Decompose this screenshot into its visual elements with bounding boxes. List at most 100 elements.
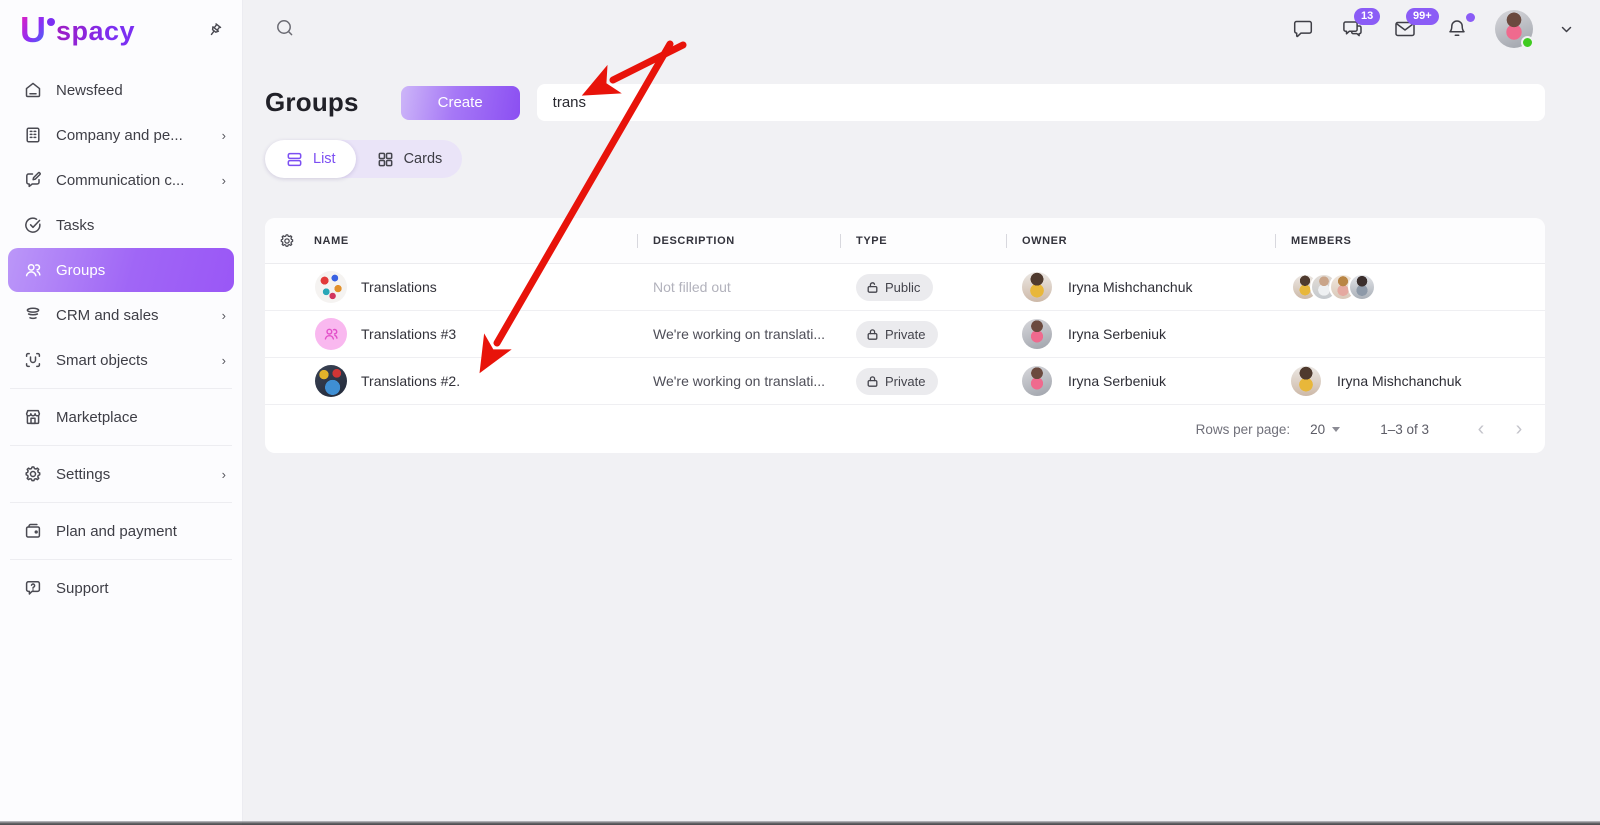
members-avatar-stack[interactable]	[1291, 273, 1376, 301]
sidebar-divider	[10, 559, 232, 560]
tab-label: List	[313, 151, 336, 167]
owner-name: Iryna Serbeniuk	[1068, 326, 1166, 342]
column-header-owner[interactable]: OWNER	[1022, 235, 1067, 247]
sidebar-item-label: Communication c...	[56, 172, 184, 189]
group-name[interactable]: Translations #3	[361, 326, 456, 342]
sidebar-item-settings[interactable]: Settings ›	[8, 452, 234, 496]
previous-page-button[interactable]: ‹	[1469, 417, 1493, 441]
column-header-description[interactable]: DESCRIPTION	[653, 235, 735, 247]
sidebar-item-crm-and-sales[interactable]: CRM and sales ›	[8, 293, 234, 337]
sidebar-divider	[10, 445, 232, 446]
sidebar-item-groups[interactable]: Groups	[8, 248, 234, 292]
sidebar-item-support[interactable]: Support	[8, 566, 234, 610]
table-row[interactable]: Translations #3 We're working on transla…	[265, 311, 1545, 358]
column-header-members[interactable]: MEMBERS	[1291, 235, 1351, 247]
sidebar-item-label: Company and pe...	[56, 127, 183, 144]
sidebar-item-marketplace[interactable]: Marketplace	[8, 395, 234, 439]
rows-per-page-label: Rows per page:	[1196, 422, 1291, 437]
chevron-right-icon: ›	[222, 353, 226, 368]
sidebar-item-label: Support	[56, 580, 109, 597]
main-area: 13 99+ Groups Create List	[244, 0, 1600, 825]
search-icon[interactable]	[274, 17, 296, 44]
sidebar-item-label: CRM and sales	[56, 307, 159, 324]
chevron-down-icon[interactable]	[1559, 22, 1574, 37]
chevron-right-icon: ›	[222, 308, 226, 323]
cards-view-icon	[376, 150, 395, 169]
funnel-stack-icon	[22, 304, 44, 326]
sidebar-divider	[10, 388, 232, 389]
lock-open-icon	[866, 281, 879, 294]
check-circle-icon	[22, 214, 44, 236]
owner-avatar	[1022, 366, 1052, 396]
lock-closed-icon	[866, 375, 879, 388]
table-row[interactable]: Translations Not filled out Public Iryna…	[265, 264, 1545, 311]
pagination-range: 1–3 of 3	[1380, 422, 1429, 437]
member-name: Iryna Mishchanchuk	[1337, 373, 1462, 389]
groups-search-input[interactable]	[537, 84, 1545, 121]
user-avatar[interactable]	[1495, 10, 1533, 48]
group-avatar	[315, 271, 347, 303]
table-settings-gear-icon[interactable]	[278, 232, 296, 250]
people-icon	[22, 259, 44, 281]
sidebar-item-label: Groups	[56, 262, 105, 279]
mail-count-badge: 99+	[1406, 8, 1439, 25]
rows-per-page-select[interactable]: 20	[1310, 422, 1340, 437]
logo-text: spacy	[56, 12, 135, 50]
gear-icon	[22, 463, 44, 485]
sidebar-item-newsfeed[interactable]: Newsfeed	[8, 68, 234, 112]
next-page-button[interactable]: ›	[1507, 417, 1531, 441]
chat-compose-icon	[22, 169, 44, 191]
owner-name: Iryna Mishchanchuk	[1068, 279, 1193, 295]
list-view-icon	[285, 150, 304, 169]
member-avatar	[1348, 273, 1376, 301]
tab-list[interactable]: List	[265, 140, 356, 178]
caret-down-icon	[1332, 427, 1340, 432]
pin-sidebar-icon[interactable]	[205, 21, 224, 45]
group-name[interactable]: Translations #2.	[361, 373, 460, 389]
group-name[interactable]: Translations	[361, 279, 437, 295]
sidebar-item-company-and-people[interactable]: Company and pe... ›	[8, 113, 234, 157]
mail-icon[interactable]: 99+	[1393, 17, 1419, 41]
sidebar-item-tasks[interactable]: Tasks	[8, 203, 234, 247]
smart-objects-icon	[22, 349, 44, 371]
view-toggle: List Cards	[265, 140, 462, 178]
topbar: 13 99+	[244, 0, 1600, 58]
group-avatar	[315, 318, 347, 350]
page-header: Groups Create	[265, 84, 1545, 121]
logo-dot-icon	[47, 18, 55, 26]
type-badge-public: Public	[856, 274, 933, 301]
chevron-right-icon: ›	[222, 173, 226, 188]
group-description: Not filled out	[653, 279, 731, 295]
chevron-right-icon: ›	[222, 128, 226, 143]
chevron-right-icon: ›	[222, 467, 226, 482]
chat-count-badge: 13	[1354, 8, 1380, 25]
storefront-icon	[22, 406, 44, 428]
bell-icon[interactable]	[1445, 17, 1469, 41]
tab-cards[interactable]: Cards	[356, 140, 463, 178]
table-pagination: Rows per page: 20 1–3 of 3 ‹ ›	[265, 405, 1545, 453]
feedback-bubble-icon[interactable]	[1291, 17, 1315, 41]
page-title: Groups	[265, 87, 359, 118]
table-header: NAME DESCRIPTION TYPE OWNER MEMBERS	[265, 218, 1545, 264]
messenger-icon[interactable]: 13	[1341, 17, 1367, 41]
uspacy-logo[interactable]: U spacy	[20, 12, 135, 50]
owner-name: Iryna Serbeniuk	[1068, 373, 1166, 389]
sidebar-item-smart-objects[interactable]: Smart objects ›	[8, 338, 234, 382]
sidebar-item-plan-and-payment[interactable]: Plan and payment	[8, 509, 234, 553]
building-icon	[22, 124, 44, 146]
owner-avatar	[1022, 319, 1052, 349]
sidebar-nav: Newsfeed Company and pe... › Communicati…	[0, 50, 242, 610]
sidebar-item-label: Newsfeed	[56, 82, 123, 99]
table-row[interactable]: Translations #2. We're working on transl…	[265, 358, 1545, 405]
wallet-icon	[22, 520, 44, 542]
sidebar-item-label: Smart objects	[56, 352, 148, 369]
logo-letter: U	[20, 12, 46, 48]
create-button[interactable]: Create	[401, 86, 520, 120]
sidebar: U spacy Newsfeed Company and pe... ›	[0, 0, 243, 825]
help-bubble-icon	[22, 577, 44, 599]
column-header-type[interactable]: TYPE	[856, 235, 887, 247]
online-status-dot	[1521, 36, 1534, 49]
sidebar-item-communication-channels[interactable]: Communication c... ›	[8, 158, 234, 202]
member-avatar	[1291, 366, 1321, 396]
column-header-name[interactable]: NAME	[314, 235, 349, 247]
